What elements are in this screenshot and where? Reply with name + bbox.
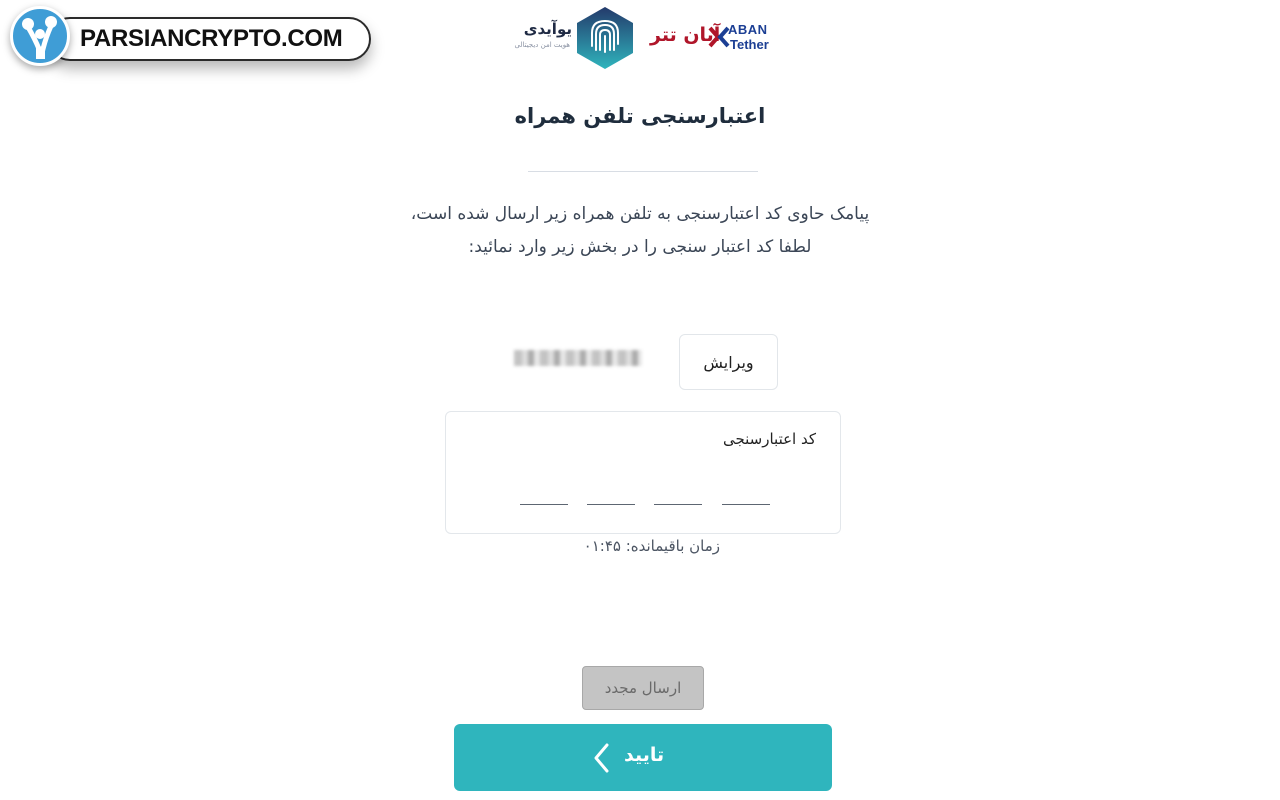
otp-digit-input[interactable] xyxy=(520,504,568,505)
verification-page: PARSIANCRYPTO.COM یوآیدی هویت امن دیجیتا… xyxy=(0,0,1280,800)
aban-x-icon xyxy=(708,26,730,52)
confirm-button[interactable]: تایید xyxy=(454,724,832,791)
phone-number-redacted xyxy=(514,350,642,366)
watermark-badge: PARSIANCRYPTO.COM xyxy=(10,6,371,68)
watermark-logo-icon xyxy=(10,6,70,66)
aban-logo-en-top: ABAN xyxy=(728,22,768,37)
title-divider xyxy=(528,171,758,172)
page-description: پیامک حاوی کد اعتبارسنجی به تلفن همراه ز… xyxy=(410,204,870,257)
otp-digit-input[interactable] xyxy=(722,504,770,505)
otp-digit-input[interactable] xyxy=(587,504,635,505)
page-title: اعتبارسنجی تلفن همراه xyxy=(514,104,766,128)
countdown-timer: زمان باقیمانده: ۰۱:۴۵ xyxy=(583,537,720,555)
uid-logo-tagline: هویت امن دیجیتالی xyxy=(514,41,570,49)
uid-logo-name: یوآیدی xyxy=(523,20,572,38)
otp-digit-input[interactable] xyxy=(654,504,702,505)
aban-logo-en-bottom: Tether xyxy=(730,37,769,52)
verification-code-field[interactable]: کد اعتبارسنجی xyxy=(445,411,841,534)
confirm-button-label: تایید xyxy=(624,744,665,766)
watermark-text: PARSIANCRYPTO.COM xyxy=(80,25,343,52)
code-field-label: کد اعتبارسنجی xyxy=(722,430,816,448)
resend-code-button[interactable]: ارسال مجدد xyxy=(582,666,704,710)
fingerprint-icon xyxy=(574,6,636,74)
uid-logo: یوآیدی هویت امن دیجیتالی xyxy=(506,6,636,70)
chevron-left-icon xyxy=(592,742,612,778)
aban-tether-logo: آبان تتر ABAN Tether xyxy=(650,20,782,56)
edit-phone-button[interactable]: ویرایش xyxy=(679,334,778,390)
